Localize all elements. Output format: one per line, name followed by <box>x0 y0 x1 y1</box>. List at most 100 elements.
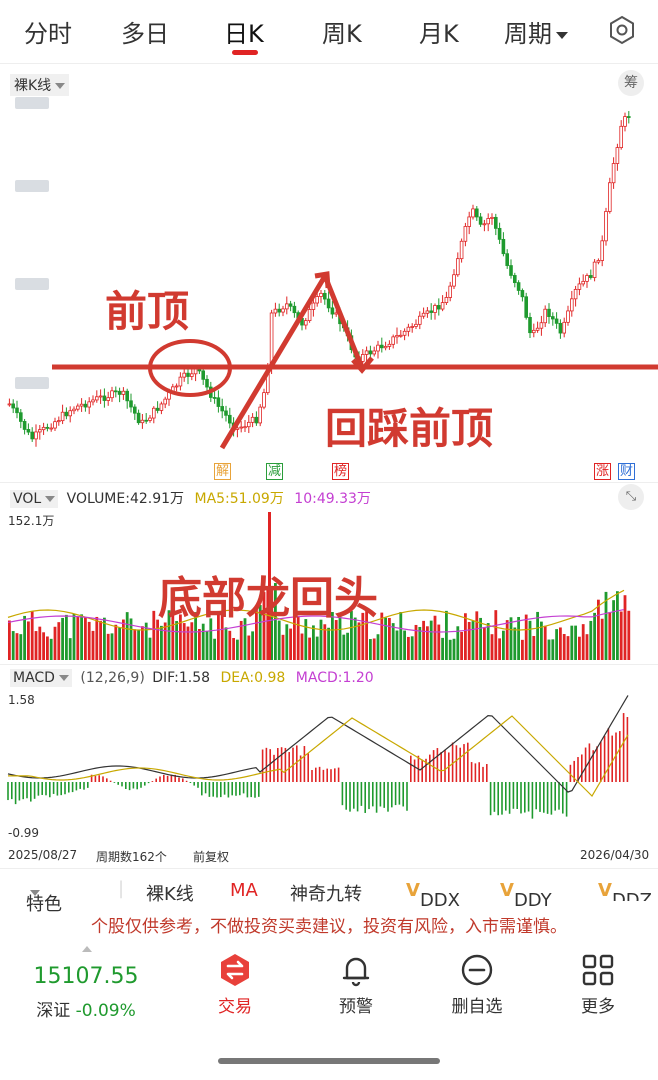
toolbar-item-label: DDY <box>513 890 552 911</box>
candle-body <box>220 406 225 412</box>
candle-body <box>140 419 145 424</box>
candle-body <box>410 326 414 328</box>
bell-icon <box>342 957 370 987</box>
candle-body <box>254 416 259 424</box>
adjust-mode[interactable]: 前复权 <box>193 848 229 865</box>
volume-bar <box>562 634 566 660</box>
kline-type-selector[interactable]: 裸K线 <box>10 74 70 96</box>
tab-period[interactable]: 周期 <box>504 14 568 49</box>
nav-trade-label: 交易 <box>218 997 252 1017</box>
volume-bar <box>433 615 437 660</box>
annotation-prev-top: 前顶 <box>105 287 190 336</box>
volume-bar <box>418 626 422 660</box>
volume-bar <box>509 617 513 660</box>
volume-bar <box>502 630 505 660</box>
toolbar-item-ddy[interactable]: V DDY <box>500 880 552 911</box>
candle-body <box>406 326 411 332</box>
candle-body <box>402 330 407 336</box>
chevron-down-icon <box>45 496 56 502</box>
volume-bar <box>486 623 490 660</box>
candle-body <box>570 298 574 312</box>
candle-body <box>212 397 217 399</box>
volume-bar <box>376 634 380 660</box>
candle-body <box>76 405 80 410</box>
event-tag-finance[interactable]: 财 <box>618 460 636 480</box>
toolbar-item-magic-nine[interactable]: 神奇九转 <box>290 880 362 906</box>
nav-trade[interactable]: 交易 <box>180 940 290 1017</box>
volume-bar <box>555 629 558 660</box>
candle-body <box>258 406 262 424</box>
toolbar-item-naked-k[interactable]: 裸K线 <box>146 880 194 906</box>
event-tag-list[interactable]: 榜 <box>332 460 350 480</box>
volume-bar <box>110 633 114 660</box>
chip-distribution-button[interactable]: 筹 <box>618 70 644 96</box>
macd-indicator-selector[interactable]: MACD <box>10 669 72 687</box>
chevron-up-icon[interactable] <box>82 946 92 952</box>
volume-bar <box>8 620 11 660</box>
candle-body <box>558 322 563 334</box>
settings-hex-icon[interactable] <box>606 14 638 46</box>
tab-weekly-k[interactable]: 周K <box>322 14 362 49</box>
candle-body <box>516 282 521 291</box>
candle-body <box>91 399 95 403</box>
toolbar-item-ma[interactable]: MA <box>230 880 258 901</box>
toolbar-item-ddx[interactable]: V DDX <box>406 880 460 911</box>
candle-body <box>592 261 597 278</box>
volume-bar <box>224 627 228 660</box>
volume-header: VOL VOLUME:42.91万 MA5:51.09万 10:49.33万 <box>10 488 371 508</box>
chevron-down-icon <box>58 675 69 681</box>
volume-bar <box>494 610 498 660</box>
event-tag-reduce[interactable]: 减 <box>266 460 284 480</box>
event-tag-limit-up[interactable]: 涨 <box>594 460 612 480</box>
tab-daily-k[interactable]: 日K <box>224 14 264 49</box>
candle-body <box>246 421 251 428</box>
candle-body <box>497 227 502 240</box>
candle-body <box>262 392 266 408</box>
candle-body <box>611 163 616 184</box>
candle-body <box>551 316 555 320</box>
candle-body <box>360 354 365 362</box>
tab-multi-day[interactable]: 多日 <box>121 14 169 49</box>
macd-chart[interactable] <box>0 690 658 846</box>
candle-body <box>391 336 395 345</box>
volume-bar <box>619 611 623 660</box>
volume-indicator-selector[interactable]: VOL <box>10 490 59 508</box>
candle-body <box>38 429 42 433</box>
macd-dif: DIF:1.58 <box>152 670 211 686</box>
volume-bar <box>236 639 239 660</box>
volume-bar <box>141 626 144 660</box>
candle-body <box>144 419 149 422</box>
volume-bar <box>23 615 26 660</box>
volume-bar <box>403 630 406 660</box>
volume-value: VOLUME:42.91万 <box>66 491 185 507</box>
index-value[interactable]: 15107.55 <box>0 964 172 989</box>
candle-body <box>501 238 506 255</box>
volume-bar <box>76 616 80 660</box>
nav-remove-watchlist[interactable]: 删自选 <box>422 940 532 1017</box>
candle-body <box>117 390 122 395</box>
volume-bar <box>521 639 524 660</box>
candle-body <box>227 414 232 424</box>
expand-icon[interactable]: ⤡ <box>618 484 644 510</box>
volume-bar <box>19 634 23 660</box>
candle-body <box>448 285 452 298</box>
volume-bar <box>627 610 631 660</box>
tab-fenshi[interactable]: 分时 <box>24 14 72 49</box>
trade-icon <box>221 954 249 986</box>
candle-body <box>41 426 46 431</box>
toolbar-item-ddz[interactable]: V DDZ <box>598 880 658 901</box>
volume-bar <box>57 622 61 660</box>
candle-body <box>615 147 620 164</box>
index-info[interactable]: 深证 -0.09% <box>0 996 172 1021</box>
event-tag-text: 减 <box>266 463 284 480</box>
nav-alert[interactable]: 预警 <box>301 940 411 1017</box>
candle-body <box>243 426 247 429</box>
candle-body <box>421 312 426 317</box>
volume-bar <box>559 627 562 660</box>
tab-monthly-k[interactable]: 月K <box>419 14 459 49</box>
event-tag-unlock[interactable]: 解 <box>214 460 232 480</box>
volume-bar <box>551 639 555 660</box>
nav-more[interactable]: 更多 <box>543 940 653 1017</box>
candle-body <box>53 421 57 429</box>
volume-bar <box>342 634 346 660</box>
